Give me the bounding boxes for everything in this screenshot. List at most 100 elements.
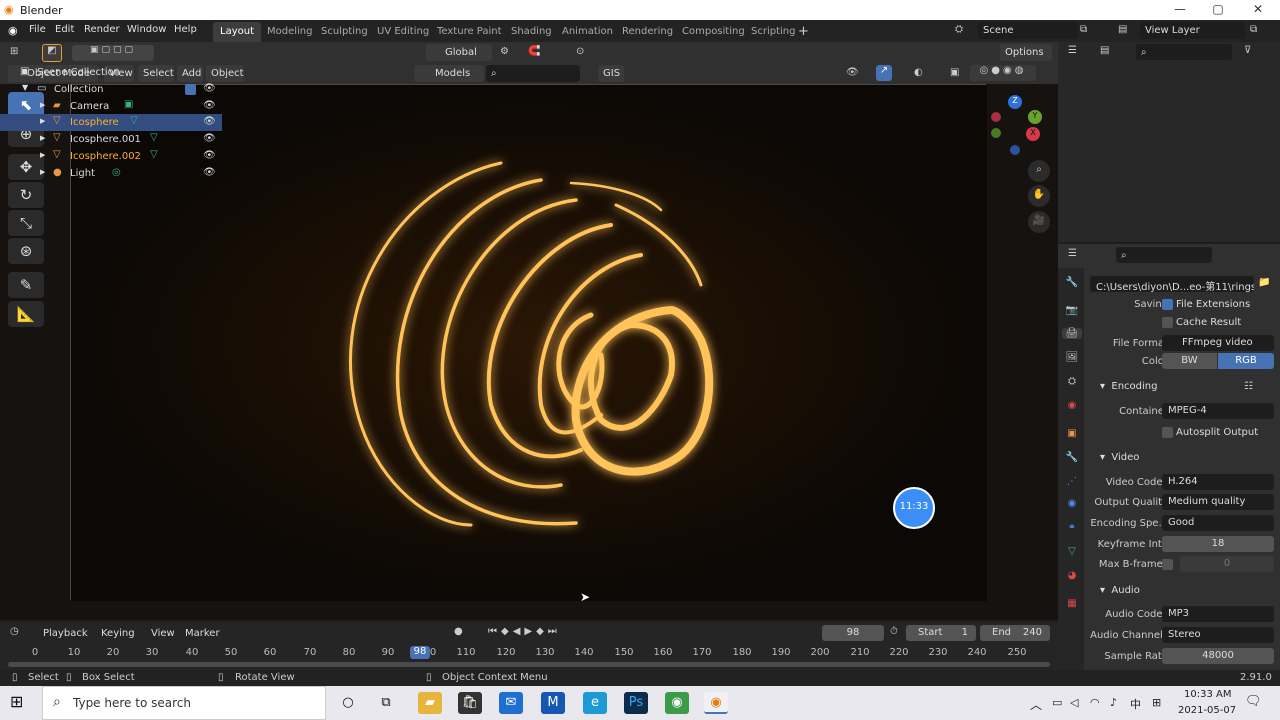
xray-icon[interactable]: ▣ [950, 67, 959, 78]
color-bw-button[interactable]: BW [1162, 353, 1217, 369]
encoding-speed-dropdown[interactable]: Good [1162, 515, 1274, 531]
expand-icon[interactable]: ▼ [22, 83, 28, 92]
outliner-row[interactable]: ▼ ▭ Collection 👁 [0, 81, 222, 98]
constraints-tab-icon[interactable]: ⚭ [1064, 522, 1080, 533]
gizmo-neg-y[interactable] [991, 128, 1001, 138]
windows-start-icon[interactable]: ⊞ [10, 692, 23, 711]
collection-dropdown[interactable]: Models [414, 65, 484, 82]
outliner-row[interactable]: ▶ ▽ Icosphere ▽ 👁 [0, 114, 222, 131]
maximize-icon[interactable]: ▢ [1198, 2, 1238, 16]
editor-type-icon[interactable]: ⊞ [10, 46, 18, 57]
marker-menu[interactable]: Marker [180, 625, 222, 641]
tab-shading[interactable]: Shading [504, 22, 559, 42]
view-layer-icon[interactable]: ▤ [1118, 24, 1127, 35]
minimize-icon[interactable]: — [1160, 2, 1200, 16]
expand-icon[interactable]: ▶ [40, 134, 45, 142]
output-tab-icon[interactable]: 🖨 [1062, 328, 1082, 339]
particles-tab-icon[interactable]: ⋰ [1064, 476, 1080, 487]
gizmo-neg-x[interactable] [991, 112, 1001, 122]
material-tab-icon[interactable]: ◕ [1064, 570, 1080, 581]
view-layer-tab-icon[interactable]: 🖼 [1064, 352, 1080, 363]
output-path-input[interactable]: C:\Users\diyon\D...eo-第11\rings-loop [1090, 276, 1254, 292]
select-tool-icon[interactable]: ◩ [42, 44, 62, 62]
folder-icon[interactable]: 📁 [1258, 277, 1270, 288]
audio-section-header[interactable]: ▾ Audio [1100, 585, 1140, 596]
camera-view-icon[interactable]: 🎥 [1028, 211, 1050, 233]
timeline-scrollbar[interactable] [8, 662, 1050, 667]
shading-modes-icon[interactable]: ◎●◉◍ [970, 65, 1036, 81]
outliner-row[interactable]: ▶ ● Light ◎ 👁 [0, 165, 222, 182]
visibility-icon[interactable]: 👁 [846, 67, 859, 78]
scale-tool-icon[interactable]: ⤡ [8, 210, 44, 236]
proportional-edit-icon[interactable]: ⊙ [576, 46, 584, 57]
eye-icon[interactable]: 👁 [203, 116, 216, 127]
audio-channels-dropdown[interactable]: Stereo [1162, 627, 1274, 643]
tab-animation[interactable]: Animation [555, 22, 620, 42]
stopwatch-icon[interactable]: ⏱ [890, 626, 898, 637]
outliner-row[interactable]: ▣ Scene Collection [0, 64, 222, 81]
pivot-icon[interactable]: ⚙ [500, 46, 509, 57]
physics-tab-icon[interactable]: ◉ [1064, 498, 1080, 509]
menu-render[interactable]: Render [84, 24, 120, 35]
gizmo-x-axis[interactable]: X [1026, 127, 1040, 141]
eye-icon[interactable]: 👁 [203, 133, 216, 144]
cache-result-checkbox[interactable] [1162, 317, 1173, 328]
world-tab-icon[interactable]: ◉ [1064, 400, 1080, 411]
zoom-icon[interactable]: ⌕ [1028, 160, 1050, 182]
outliner-search-input[interactable]: ⌕ [1136, 44, 1232, 60]
ime-indicator[interactable]: 中 [1130, 696, 1141, 712]
scene-selector[interactable]: Scene [978, 22, 1078, 39]
tool-tab-icon[interactable]: 🔧 [1064, 277, 1080, 288]
viewport-search-input[interactable]: ⌕ [486, 65, 580, 82]
gis-menu[interactable]: GIS [598, 65, 624, 82]
transform-orientation-dropdown[interactable]: Global [426, 44, 492, 61]
options-dropdown[interactable]: Options [1000, 44, 1052, 61]
texture-tab-icon[interactable]: ▦ [1064, 598, 1080, 609]
menu-file[interactable]: File [29, 24, 46, 35]
chrome-icon[interactable]: ◉ [665, 692, 689, 714]
speaker-icon[interactable]: ♪ [1110, 696, 1117, 709]
notification-icon[interactable]: 🗨 [1245, 694, 1262, 709]
eye-icon[interactable]: 👁 [203, 100, 216, 111]
sample-rate-field[interactable]: 48000 [1162, 648, 1274, 664]
properties-editor-icon[interactable]: ☰ [1068, 248, 1077, 259]
gizmo-y-axis[interactable]: Y [1028, 110, 1042, 124]
tab-uv-editing[interactable]: UV Editing [370, 22, 436, 42]
task-view-icon[interactable]: ⧉ [374, 692, 398, 714]
outliner-row[interactable]: ▶ ▽ Icosphere.002 ▽ 👁 [0, 148, 222, 165]
taskbar-search-input[interactable]: ⌕ Type here to search [42, 686, 326, 720]
outliner-row[interactable]: ▶ ▽ Icosphere.001 ▽ 👁 [0, 131, 222, 148]
expand-icon[interactable]: ▶ [40, 151, 45, 159]
eye-icon[interactable]: 👁 [203, 83, 216, 94]
playhead[interactable]: 98 [410, 646, 430, 659]
edge-icon[interactable]: e [583, 692, 607, 714]
view-layer-selector[interactable]: View Layer [1140, 22, 1245, 39]
tab-compositing[interactable]: Compositing [675, 22, 752, 42]
menu-window[interactable]: Window [127, 24, 166, 35]
snap-icon[interactable]: 🧲 [528, 46, 540, 57]
blender-taskbar-icon[interactable]: ◉ [704, 692, 728, 714]
cortana-icon[interactable]: ○ [336, 692, 360, 714]
copy-view-layer-icon[interactable]: ⧉ [1250, 24, 1257, 35]
modifier-tab-icon[interactable]: 🔧 [1064, 452, 1080, 463]
outliner-editor-icon[interactable]: ☰ [1068, 45, 1077, 56]
video-codec-dropdown[interactable]: H.264 [1162, 474, 1274, 490]
gizmo-toggle-icon[interactable]: ↗ [876, 65, 892, 81]
end-frame-field[interactable]: End 240 [980, 625, 1050, 641]
tab-scripting[interactable]: Scripting [744, 22, 802, 42]
pan-hand-icon[interactable]: ✋ [1028, 185, 1050, 207]
app-icon[interactable]: M [541, 692, 565, 714]
properties-search-input[interactable]: ⌕ [1116, 247, 1212, 263]
playback-menu[interactable]: Playback [38, 625, 94, 641]
mail-icon[interactable]: ✉ [499, 692, 523, 714]
max-bframes-checkbox[interactable] [1162, 559, 1173, 570]
network-icon[interactable]: ▭ [1052, 696, 1062, 709]
photoshop-icon[interactable]: Ps [624, 692, 648, 714]
presets-icon[interactable]: ☷ [1244, 381, 1253, 392]
color-rgb-button[interactable]: RGB [1218, 353, 1274, 369]
data-tab-icon[interactable]: ▽ [1064, 546, 1080, 557]
wifi-icon[interactable]: ◠ [1090, 696, 1100, 709]
render-tab-icon[interactable]: 📷 [1064, 305, 1080, 316]
input-mode-icon[interactable]: ⊞ [1152, 696, 1161, 709]
file-format-dropdown[interactable]: FFmpeg video [1162, 335, 1274, 351]
